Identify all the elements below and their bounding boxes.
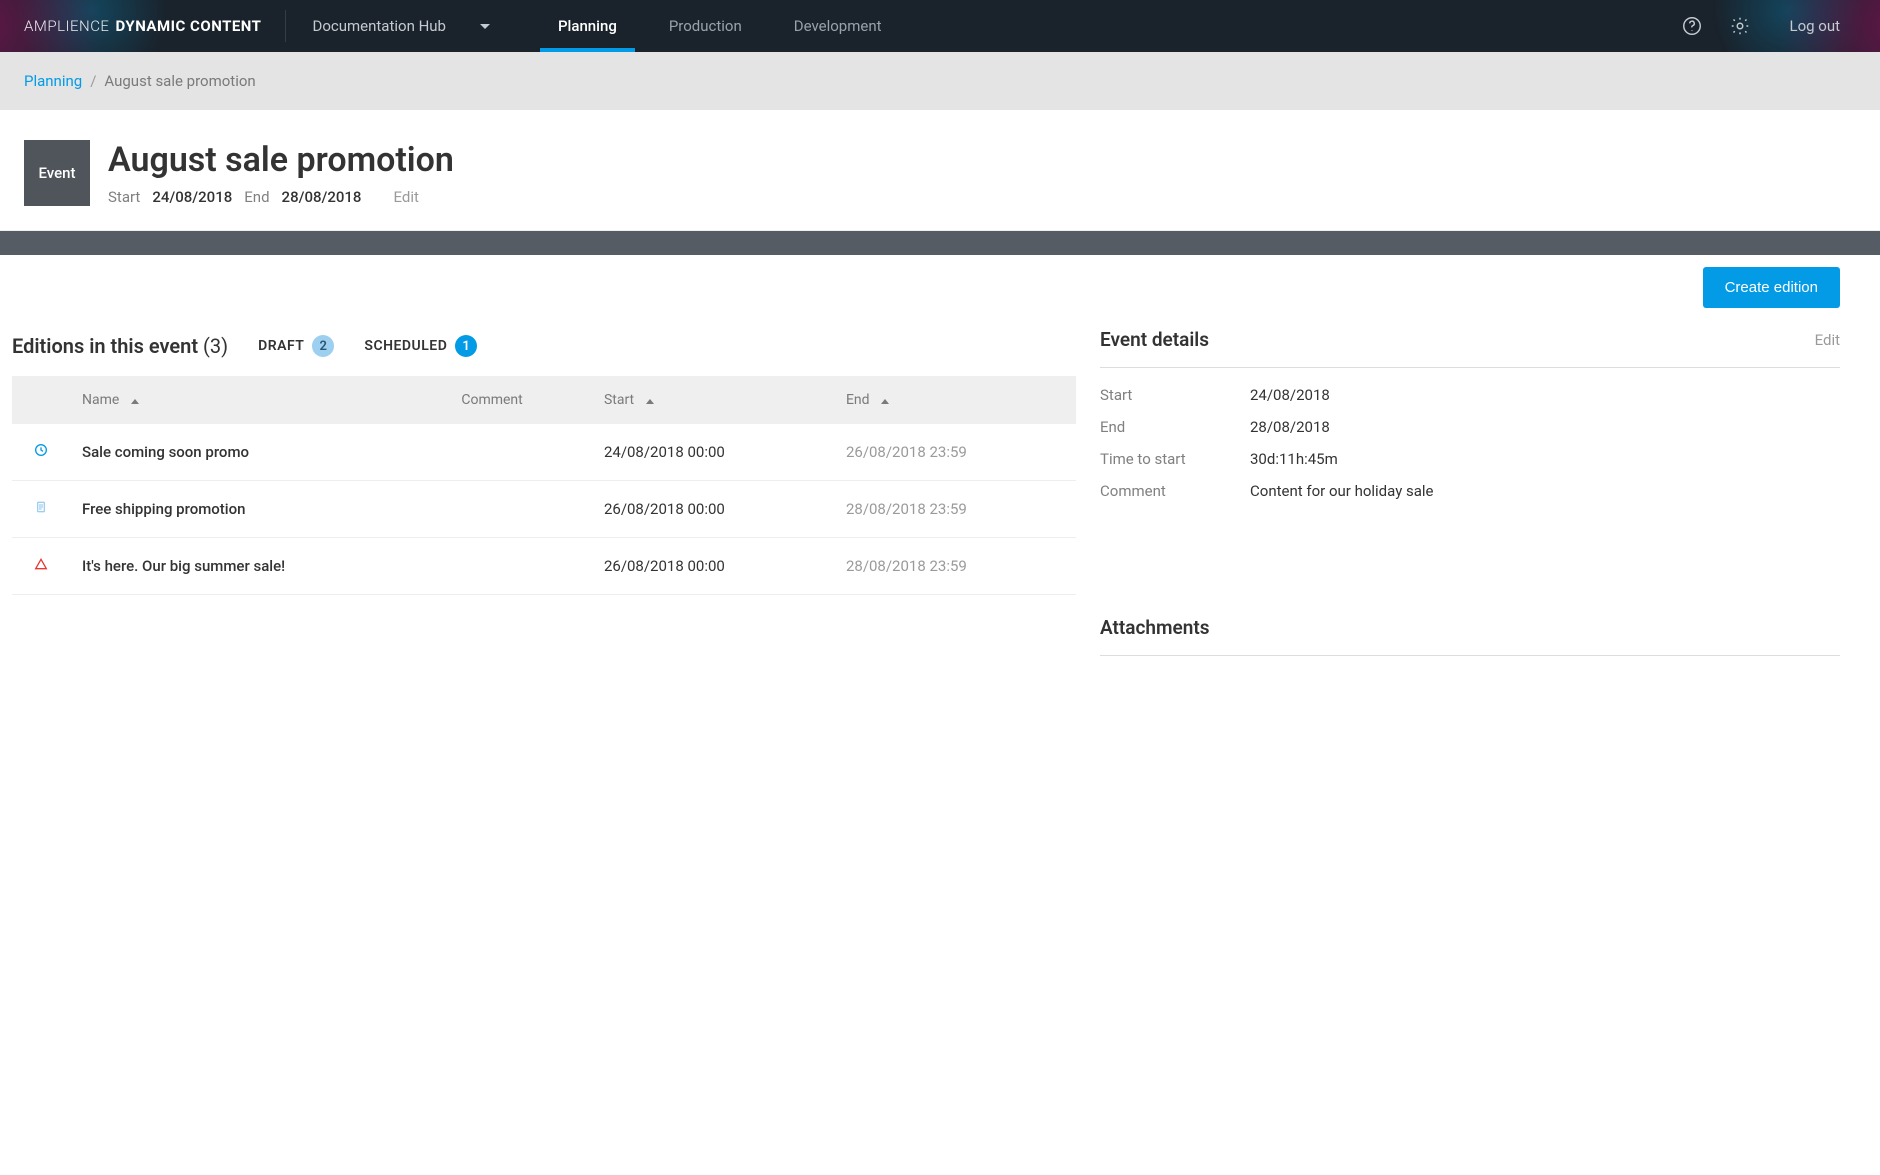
table-row[interactable]: It's here. Our big summer sale! 26/08/20… [12,538,1076,595]
col-status [12,376,70,424]
editions-title: Editions in this event (3) [12,334,228,358]
section-divider [0,231,1880,255]
editions-pane: Editions in this event (3) DRAFT 2 SCHED… [12,322,1076,656]
chip-label: DRAFT [258,338,304,354]
end-date: 28/08/2018 [282,188,362,206]
breadcrumb-bar: Planning / August sale promotion [0,52,1880,110]
brand-light: AMPLIENCE [24,17,109,35]
page-title: August sale promotion [108,140,454,180]
clock-icon [33,444,49,462]
tab-label: Development [794,17,882,35]
editions-count: (3) [203,334,228,358]
detail-label: Time to start [1100,450,1250,468]
create-edition-button[interactable]: Create edition [1703,267,1840,308]
warning-triangle-icon [33,558,49,576]
filter-scheduled[interactable]: SCHEDULED 1 [364,335,477,357]
table-row[interactable]: Free shipping promotion 26/08/2018 00:00… [12,481,1076,538]
sort-asc-icon [646,399,654,404]
nav-tabs: Planning Production Development [532,0,908,52]
col-label: End [846,392,870,408]
chip-count: 1 [455,335,477,357]
details-list: Start 24/08/2018 End 28/08/2018 Time to … [1100,368,1840,500]
detail-value: 28/08/2018 [1250,418,1840,436]
breadcrumb-root[interactable]: Planning [24,72,82,90]
col-end[interactable]: End [834,376,1076,424]
panel-header: Attachments [1100,610,1840,656]
status-icon-cell [12,424,70,481]
tab-planning[interactable]: Planning [532,0,643,52]
sort-asc-icon [881,399,889,404]
tab-development[interactable]: Development [768,0,908,52]
edit-event-link[interactable]: Edit [393,188,418,206]
nav-right: Log out [1681,15,1880,37]
main-grid: Editions in this event (3) DRAFT 2 SCHED… [0,318,1880,696]
tab-label: Planning [558,17,617,35]
detail-label: Comment [1100,482,1250,500]
detail-value: 30d:11h:45m [1250,450,1840,468]
start-date: 24/08/2018 [152,188,232,206]
chip-count: 2 [312,335,334,357]
editions-header: Editions in this event (3) DRAFT 2 SCHED… [12,322,1076,376]
row-name: Free shipping promotion [70,481,449,538]
col-label: Comment [461,392,522,408]
editions-title-text: Editions in this event [12,334,198,358]
row-comment [449,538,592,595]
table-row[interactable]: Sale coming soon promo 24/08/2018 00:00 … [12,424,1076,481]
tab-label: Production [669,17,742,35]
chevron-down-icon [480,24,490,29]
row-end: 26/08/2018 23:59 [834,424,1076,481]
sort-asc-icon [131,399,139,404]
row-end: 28/08/2018 23:59 [834,538,1076,595]
col-comment[interactable]: Comment [449,376,592,424]
status-icon-cell [12,538,70,595]
event-header: Event August sale promotion Start 24/08/… [0,110,1880,231]
breadcrumb-current: August sale promotion [104,72,255,90]
row-start: 26/08/2018 00:00 [592,538,834,595]
row-start: 24/08/2018 00:00 [592,424,834,481]
col-label: Start [604,392,634,408]
brand-logo[interactable]: AMPLIENCE DYNAMIC CONTENT [0,0,285,52]
row-name: It's here. Our big summer sale! [70,538,449,595]
detail-value: 24/08/2018 [1250,386,1840,404]
gear-icon[interactable] [1729,15,1751,37]
filter-draft[interactable]: DRAFT 2 [258,335,334,357]
divider [285,10,286,41]
edit-details-link[interactable]: Edit [1815,331,1840,349]
brand-bold: DYNAMIC CONTENT [115,17,261,35]
detail-label: End [1100,418,1250,436]
chip-label: SCHEDULED [364,338,447,354]
panel-header: Event details Edit [1100,322,1840,368]
editions-table: Name Comment Start End [12,376,1076,595]
col-label: Name [82,392,119,408]
start-label: Start [108,188,140,206]
status-icon-cell [12,481,70,538]
event-dates: Start 24/08/2018 End 28/08/2018 Edit [108,188,454,206]
hub-selector[interactable]: Documentation Hub [294,0,515,52]
row-end: 28/08/2018 23:59 [834,481,1076,538]
col-name[interactable]: Name [70,376,449,424]
tab-production[interactable]: Production [643,0,768,52]
row-comment [449,481,592,538]
top-nav: AMPLIENCE DYNAMIC CONTENT Documentation … [0,0,1880,52]
attachments-panel: Attachments [1100,610,1840,656]
row-comment [449,424,592,481]
row-start: 26/08/2018 00:00 [592,481,834,538]
details-pane: Event details Edit Start 24/08/2018 End … [1100,322,1840,656]
end-label: End [244,188,269,206]
detail-value: Content for our holiday sale [1250,482,1840,500]
row-name: Sale coming soon promo [70,424,449,481]
action-bar: Create edition [0,255,1880,318]
detail-label: Start [1100,386,1250,404]
breadcrumb-sep: / [90,72,96,90]
logout-link[interactable]: Log out [1789,17,1840,35]
event-details-panel: Event details Edit Start 24/08/2018 End … [1100,322,1840,500]
panel-title: Event details [1100,328,1209,351]
event-badge: Event [24,140,90,206]
help-icon[interactable] [1681,15,1703,37]
col-start[interactable]: Start [592,376,834,424]
panel-title: Attachments [1100,616,1210,639]
document-icon [33,501,49,519]
event-heading-block: August sale promotion Start 24/08/2018 E… [108,140,454,206]
hub-label: Documentation Hub [312,17,445,35]
